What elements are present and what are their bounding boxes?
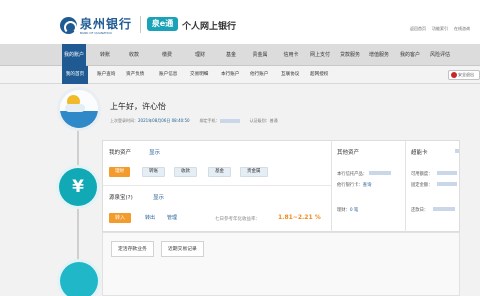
manage-link[interactable]: 管理	[167, 214, 177, 221]
asset-tag-wealth[interactable]: 理财	[109, 167, 130, 177]
main-nav: 我的账户 转账 收款 缴费 理财 基金 贵金属 信用卡 网上支付 贷款服务 增值…	[0, 44, 480, 66]
top-link-consult[interactable]: 在线咨询	[454, 26, 470, 32]
repayment-day-label: 还款日：	[411, 208, 429, 213]
quanbao-show-link[interactable]: 显示	[153, 193, 164, 201]
nav-receive[interactable]: 收款	[125, 44, 143, 66]
yuan-icon: ¥	[59, 168, 97, 206]
subnav-other-bank-account[interactable]: 他行账户	[250, 66, 268, 84]
subnav-own-bank-account[interactable]: 本行账户	[221, 66, 239, 84]
bank-logo-icon	[60, 17, 77, 34]
wealth-count-value: 0 笔	[349, 208, 359, 213]
nav-precious-metal[interactable]: 贵金属	[249, 44, 271, 66]
repayment-day-masked	[433, 207, 455, 211]
top-links: 返回首页 功能索引 在线咨询	[410, 26, 470, 32]
nav-wealth[interactable]: 理财	[191, 44, 209, 66]
cloud-icon	[65, 104, 85, 112]
wealth-count-label: 理财：	[337, 208, 350, 213]
other-bank-card-label: 他行银行卡：	[337, 183, 363, 188]
nav-my-customer[interactable]: 我的客户	[398, 44, 422, 66]
wealth-count-row: 理财：0 笔	[337, 207, 358, 213]
auth-level-info: 认证级别：普通	[250, 118, 278, 124]
panel-divider-2	[405, 141, 406, 232]
nav-transfer[interactable]: 转账	[96, 44, 114, 66]
greeting-text: 上午好，许心怡	[110, 102, 166, 111]
secure-logout-label: 安全退出	[458, 72, 474, 77]
transfer-out-link[interactable]: 转出	[145, 214, 155, 221]
records-tabs-area: 定活存款业务 近期交易记录	[102, 232, 460, 296]
subnav-account-info[interactable]: 账户信息	[159, 66, 177, 84]
bound-phone-masked	[219, 119, 240, 123]
nav-online-pay[interactable]: 网上支付	[308, 44, 332, 66]
tab-recent-transactions[interactable]: 近期交易记录	[161, 241, 204, 257]
subnav-my-home[interactable]: 我的首页	[62, 66, 88, 84]
panel-divider-1	[331, 141, 332, 232]
super-card-title: 超能卡	[411, 150, 428, 156]
bank-logo-text: 泉州银行	[80, 17, 133, 31]
my-assets-show-link[interactable]: 显示	[149, 148, 160, 156]
deposit-icon	[60, 262, 98, 296]
nav-value-added[interactable]: 增值服务	[367, 44, 391, 66]
my-assets-title: 我的资产	[109, 150, 132, 156]
subnav-interconnect-agreement[interactable]: 互联协议	[281, 66, 299, 84]
top-link-home[interactable]: 返回首页	[410, 26, 426, 32]
quanbao-title: 源泉宝(?)	[109, 195, 133, 201]
last-login-label: 上次登录时间：	[110, 118, 138, 123]
morning-weather-icon	[60, 90, 98, 128]
subnav-assets-liabilities[interactable]: 资产负债	[126, 66, 144, 84]
available-limit-masked	[437, 171, 457, 175]
subnav-account-query[interactable]: 账户查询	[97, 66, 115, 84]
bank-logo-english: BANK OF QUANZHOU	[80, 31, 113, 35]
auth-level-label: 认证级别：	[249, 118, 270, 123]
last-login-info: 上次登录时间：2021年08月06日 08:40:50	[110, 118, 190, 124]
nav-credit-card[interactable]: 信用卡	[281, 44, 301, 66]
transfer-in-button[interactable]: 转入	[109, 213, 132, 223]
trust-product-masked	[369, 171, 391, 175]
header-bar: 泉州银行 BANK OF QUANZHOU 泉e通 个人网上银行 返回首页 功能…	[0, 0, 480, 44]
secure-logout-icon	[451, 72, 457, 78]
last-login-value: 2021年08月06日 08:40:50	[138, 118, 190, 123]
asset-tag-precious-metal[interactable]: 贵金属	[240, 167, 268, 177]
trust-product-row: 本行信托产品：	[337, 171, 367, 177]
login-info-row: 上次登录时间：2021年08月06日 08:40:50 绑定手机： 认证级别：普…	[110, 118, 278, 124]
trust-product-label: 本行信托产品：	[337, 172, 368, 177]
sub-nav: 我的首页 账户查询 资产负债 账户信息 交易明细 本行账户 他行账户 互联协议 …	[0, 66, 480, 84]
subnav-super-net-auth[interactable]: 超网授权	[310, 66, 328, 84]
nav-risk-eval[interactable]: 风险评估	[428, 44, 452, 66]
tab-deposit-business[interactable]: 定活存款业务	[111, 241, 154, 257]
nav-payment[interactable]: 缴费	[158, 44, 176, 66]
fixed-amount-label: 固定金额：	[411, 183, 433, 188]
fixed-amount-masked	[437, 182, 457, 186]
top-link-index[interactable]: 功能索引	[432, 26, 448, 32]
logo-divider	[140, 16, 141, 33]
asset-tag-transfer[interactable]: 转账	[142, 167, 165, 177]
nav-fund[interactable]: 基金	[222, 44, 240, 66]
nav-loan[interactable]: 贷款服务	[338, 44, 362, 66]
panel-divider-horizontal	[103, 185, 331, 186]
nav-my-account[interactable]: 我的账户	[62, 44, 86, 66]
yield-label: 七日参考年化收益率：	[215, 217, 260, 222]
assets-panel: 我的资产 显示 理财 转账 收款 基金 贵金属 源泉宝(?) 显示 转入 转出 …	[102, 140, 460, 232]
bound-phone-info: 绑定手机：	[200, 118, 240, 124]
quan-e-tong-badge: 泉e通	[147, 17, 178, 31]
other-bank-card-row: 他行银行卡：查询	[337, 182, 371, 188]
other-assets-title: 其他资产	[337, 150, 360, 156]
asset-tag-fund[interactable]: 基金	[208, 167, 231, 177]
asset-tag-receive[interactable]: 收款	[174, 167, 197, 177]
super-card-masked	[455, 149, 459, 153]
bound-phone-label: 绑定手机：	[199, 118, 220, 123]
available-limit-label: 可用额度：	[411, 172, 433, 177]
auth-level-value: 普通	[269, 118, 278, 123]
other-bank-card-query-link[interactable]: 查询	[363, 183, 372, 188]
secure-logout-button[interactable]: 安全退出	[448, 70, 480, 80]
yield-value: 1.81~2.21 %	[278, 214, 321, 221]
bank-service-name: 个人网上银行	[182, 22, 237, 32]
subnav-transaction-detail[interactable]: 交易明细	[190, 66, 208, 84]
